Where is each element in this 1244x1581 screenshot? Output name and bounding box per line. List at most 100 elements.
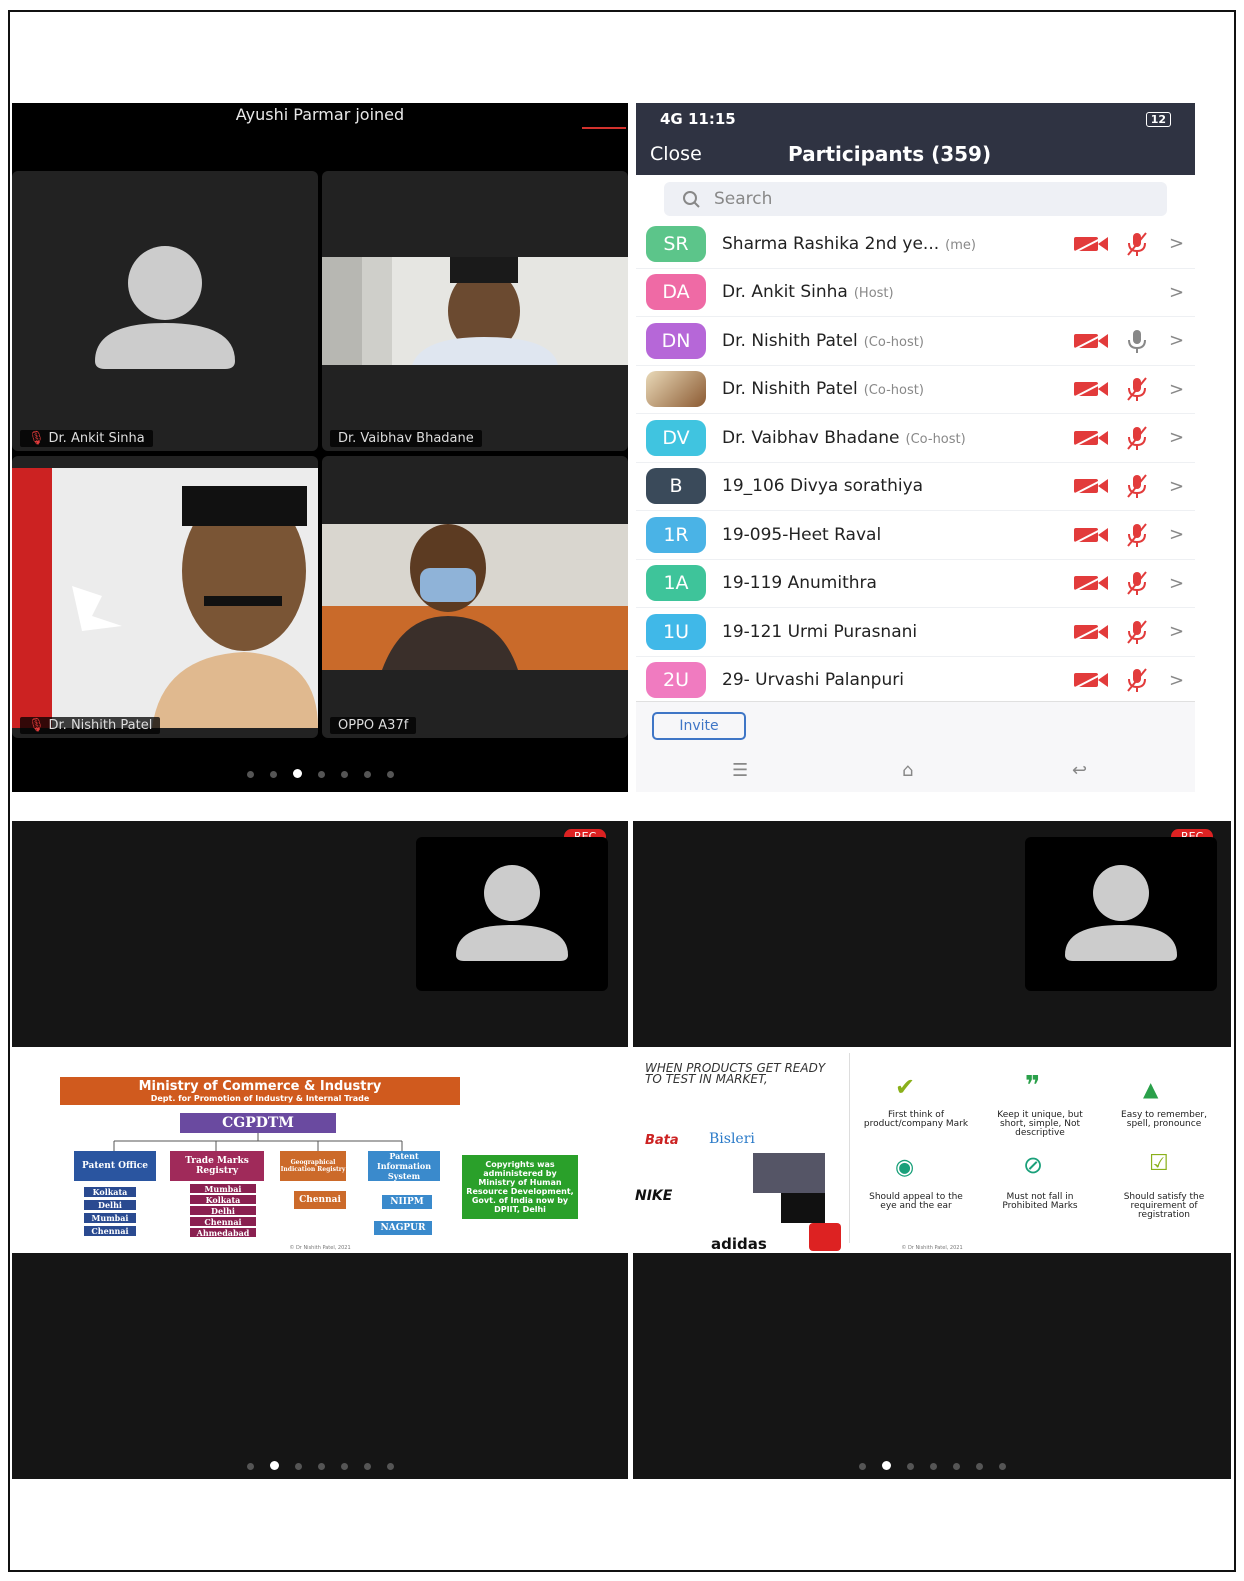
checkmark-icon: ✔ — [895, 1073, 916, 1101]
chevron-right-icon[interactable]: > — [1169, 573, 1184, 594]
slide-share-screenshot-2: REC WHEN PRODUCTS GET READY TO TEST IN M… — [633, 821, 1231, 1479]
video-off-icon — [1074, 574, 1108, 593]
slide-share-screenshot-1: REC Ministry of Commerce & Industry Dept… — [12, 821, 628, 1479]
participant-row[interactable]: DN Dr. Nishith Patel (Co-host) > — [636, 317, 1195, 366]
join-toast: Ayushi Parmar joined — [235, 105, 405, 124]
patent-office-box: Patent Office — [74, 1151, 156, 1181]
chevron-right-icon[interactable]: > — [1169, 330, 1184, 351]
copyright-box: Copyrights was administered by Ministry … — [462, 1155, 578, 1219]
chevron-right-icon[interactable]: > — [1169, 427, 1184, 448]
chevron-right-icon[interactable]: > — [1169, 621, 1184, 642]
participant-role: (Host) — [853, 286, 894, 302]
tip-text: Keep it unique, but short, simple, Not d… — [997, 1110, 1083, 1138]
participant-name: 19-119 Anumithra — [722, 573, 877, 594]
avatar-placeholder-icon — [95, 246, 235, 369]
quote-icon: ❞ — [1025, 1071, 1041, 1101]
slide-footer: © Dr Nishith Patel, 2021 — [289, 1245, 351, 1251]
participant-avatar: DN — [646, 322, 706, 359]
page-indicator[interactable] — [12, 763, 628, 782]
participant-name: Dr. Nishith Patel (Co-host) — [722, 379, 924, 400]
video-off-icon — [1074, 380, 1108, 399]
video-off-icon — [1074, 331, 1108, 350]
video-off-icon — [1074, 234, 1108, 253]
chevron-right-icon[interactable]: > — [1169, 670, 1184, 691]
recording-indicator-line — [582, 127, 626, 129]
menu-nav-icon[interactable]: ☰ — [732, 760, 748, 781]
chevron-right-icon[interactable]: > — [1169, 524, 1184, 545]
video-off-icon — [1074, 622, 1108, 641]
battery-icon: 12 — [1145, 111, 1171, 127]
chevron-right-icon[interactable]: > — [1169, 476, 1184, 497]
mic-muted-icon — [1127, 426, 1147, 450]
video-tile[interactable]: OPPO A37f — [322, 456, 628, 738]
page-title: Participants (359) — [788, 142, 992, 166]
checklist-icon: ☑ — [1149, 1151, 1169, 1176]
trademark-cities: Mumbai Kolkata Delhi Chennai Ahmedabad — [190, 1184, 256, 1238]
mic-muted-icon — [1127, 571, 1147, 596]
participant-photo-avatar — [646, 371, 706, 408]
tile-name-label: 🎙 Dr. Nishith Patel — [20, 717, 161, 734]
participant-row[interactable]: SR Sharma Rashika 2nd ye... (me) > — [636, 220, 1195, 269]
tile-name-label: 🎙 Dr. Ankit Sinha — [20, 430, 153, 447]
mic-muted-icon — [1127, 668, 1147, 693]
search-icon — [683, 191, 700, 208]
video-off-icon — [1074, 428, 1108, 447]
brand-photo — [753, 1153, 825, 1193]
shared-slide: Ministry of Commerce & Industry Dept. fo… — [12, 1047, 628, 1253]
participant-row[interactable]: DA Dr. Ankit Sinha (Host) > — [636, 269, 1195, 317]
chevron-right-icon[interactable]: > — [1169, 282, 1184, 303]
bottom-bar: Invite ☰ ⌂ ↩ — [636, 701, 1195, 792]
home-nav-icon[interactable]: ⌂ — [902, 760, 913, 781]
participant-row[interactable]: 2U 29- Urvashi Palanpuri > — [636, 657, 1195, 705]
video-tile[interactable]: 🎙 Dr. Nishith Patel — [12, 456, 318, 738]
video-tile[interactable]: Dr. Vaibhav Bhadane — [322, 171, 628, 451]
shared-slide: WHEN PRODUCTS GET READY TO TEST IN MARKE… — [633, 1047, 1231, 1253]
participant-row[interactable]: 1A 19-119 Anumithra > — [636, 560, 1195, 608]
tip-text: Easy to remember, spell, pronounce — [1121, 1110, 1207, 1129]
video-tile[interactable]: 🎙 Dr. Ankit Sinha — [12, 171, 318, 451]
participant-role: (me) — [945, 237, 976, 253]
participant-row[interactable]: 1U 19-121 Urmi Purasnani > — [636, 608, 1195, 657]
chevron-right-icon[interactable]: > — [1169, 379, 1184, 400]
avatar-placeholder-icon — [456, 865, 568, 961]
participant-avatar: 1R — [646, 516, 706, 553]
niipm-box: NIIPM — [382, 1195, 432, 1209]
patent-cities: Kolkata Delhi Mumbai Chennai — [84, 1187, 136, 1236]
self-view-tile[interactable] — [416, 837, 608, 991]
participants-screenshot: 4G 11:15 12 Close Participants (359) Sea… — [636, 103, 1195, 792]
search-input[interactable]: Search — [664, 182, 1167, 216]
tip-text: Must not fall in Prohibited Marks — [1002, 1192, 1078, 1211]
participant-list: SR Sharma Rashika 2nd ye... (me) > DA Dr. Ank… — [636, 220, 1195, 705]
participant-row[interactable]: DV Dr. Vaibhav Bhadane (Co-host) > — [636, 414, 1195, 463]
close-button[interactable]: Close — [650, 143, 702, 165]
chevron-right-icon[interactable]: > — [1169, 233, 1184, 254]
participant-avatar: B — [646, 468, 706, 505]
participant-avatar: 1A — [646, 565, 706, 602]
invite-button[interactable]: Invite — [652, 712, 746, 740]
brand-logo: Bisleri — [709, 1131, 755, 1147]
trademarks-box: Trade Marks Registry — [170, 1151, 264, 1181]
page-indicator[interactable] — [12, 1455, 628, 1474]
participant-row[interactable]: Dr. Nishith Patel (Co-host) > — [636, 366, 1195, 414]
nagpur-box: NAGPUR — [374, 1221, 432, 1235]
participant-name: 19-095-Heet Raval — [722, 524, 882, 545]
brand-logo-image — [781, 1193, 825, 1223]
participant-role: (Co-host) — [863, 334, 924, 350]
video-off-icon — [1074, 477, 1108, 496]
page-indicator[interactable] — [633, 1455, 1231, 1474]
participant-name: Dr. Vaibhav Bhadane (Co-host) — [722, 427, 966, 448]
participant-video — [12, 468, 318, 728]
participant-name: 19_106 Divya sorathiya — [722, 476, 924, 497]
mic-muted-icon — [1127, 474, 1147, 499]
brand-logo-image: NIKE — [635, 1185, 691, 1213]
slide-heading: WHEN PRODUCTS GET READY TO TEST IN MARKE… — [645, 1061, 826, 1086]
participant-row[interactable]: 1R 19-095-Heet Raval > — [636, 511, 1195, 560]
self-view-tile[interactable] — [1025, 837, 1217, 991]
participant-row[interactable]: B 19_106 Divya sorathiya > — [636, 463, 1195, 511]
mic-muted-icon — [1127, 620, 1147, 644]
back-nav-icon[interactable]: ↩ — [1072, 760, 1087, 781]
video-off-icon — [1074, 671, 1108, 690]
participant-role: (Co-host) — [905, 431, 966, 447]
participant-video — [322, 257, 628, 365]
tile-name-label: Dr. Vaibhav Bhadane — [330, 430, 482, 447]
